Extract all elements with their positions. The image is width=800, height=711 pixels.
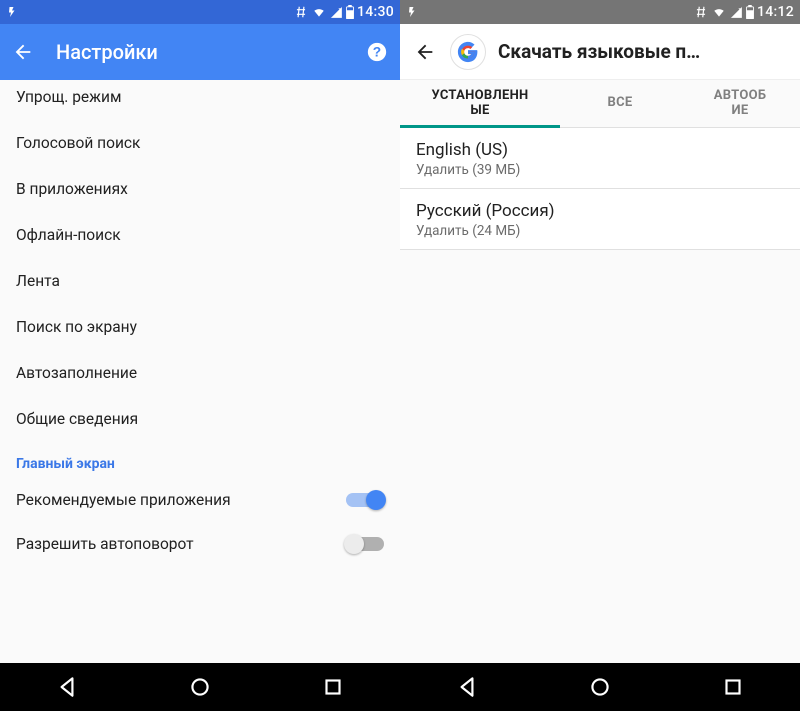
nav-bar xyxy=(400,663,800,711)
toolbar-title: Скачать языковые п… xyxy=(498,40,700,63)
status-bar: x 14:30 xyxy=(0,0,400,24)
flash-icon xyxy=(406,5,418,19)
tabs: УСТАНОВЛЕННЫЕ ВСЕ АВТООБИЕ xyxy=(400,80,800,128)
toggle-switch[interactable] xyxy=(346,490,384,510)
nav-recent-icon[interactable] xyxy=(720,674,746,700)
appbar-title: Настройки xyxy=(56,40,366,64)
nav-back-icon[interactable] xyxy=(54,674,80,700)
language-subtext: Удалить (24 МБ) xyxy=(416,223,784,239)
hash-icon xyxy=(693,5,709,19)
language-name: Русский (Россия) xyxy=(416,201,784,221)
settings-item[interactable]: Голосовой поиск xyxy=(0,120,400,166)
settings-toggle-row[interactable]: Рекомендуемые приложения xyxy=(0,478,400,522)
battery-icon xyxy=(745,5,755,19)
tab[interactable]: УСТАНОВЛЕННЫЕ xyxy=(400,80,560,127)
nav-home-icon[interactable] xyxy=(587,674,613,700)
status-bar: x 14:12 xyxy=(400,0,800,24)
google-logo-icon xyxy=(450,34,486,70)
settings-item[interactable]: В приложениях xyxy=(0,166,400,212)
tab-label: ВСЕ xyxy=(607,96,632,111)
language-subtext: Удалить (39 МБ) xyxy=(416,162,784,178)
settings-item[interactable]: Общие сведения xyxy=(0,396,400,442)
tab[interactable]: ВСЕ xyxy=(560,80,680,127)
nav-home-icon[interactable] xyxy=(187,674,213,700)
row-label: Разрешить автоповорот xyxy=(16,535,194,553)
nav-back-icon[interactable] xyxy=(454,674,480,700)
status-time: 14:12 xyxy=(757,4,794,20)
row-label: Рекомендуемые приложения xyxy=(16,491,231,509)
settings-item[interactable]: Автозаполнение xyxy=(0,350,400,396)
settings-item[interactable]: Упрощ. режим xyxy=(0,80,400,120)
toggle-switch[interactable] xyxy=(346,534,384,554)
toolbar: Скачать языковые п… xyxy=(400,24,800,80)
cell-signal-icon: x xyxy=(329,5,343,19)
wifi-icon xyxy=(311,5,327,19)
tab[interactable]: АВТООБИЕ xyxy=(680,80,800,127)
battery-icon xyxy=(345,5,355,19)
nav-recent-icon[interactable] xyxy=(320,674,346,700)
settings-item[interactable]: Офлайн-поиск xyxy=(0,212,400,258)
wifi-icon xyxy=(711,5,727,19)
section-header: Главный экран xyxy=(0,442,400,478)
flash-icon xyxy=(6,5,18,19)
tab-label: АВТООБИЕ xyxy=(714,89,767,119)
settings-toggle-row[interactable]: Разрешить автоповорот xyxy=(0,522,400,566)
nav-bar xyxy=(0,663,400,711)
help-icon[interactable]: ? xyxy=(366,41,388,63)
settings-item[interactable]: Поиск по экрану xyxy=(0,304,400,350)
svg-text:?: ? xyxy=(373,45,381,60)
hash-icon xyxy=(293,5,309,19)
settings-item[interactable]: Лента xyxy=(0,258,400,304)
cell-signal-icon: x xyxy=(729,5,743,19)
settings-list[interactable]: Упрощ. режимГолосовой поискВ приложениях… xyxy=(0,80,400,663)
language-item[interactable]: Русский (Россия) Удалить (24 МБ) xyxy=(400,189,800,250)
app-bar: Настройки ? xyxy=(0,24,400,80)
status-time: 14:30 xyxy=(357,4,394,20)
back-icon[interactable] xyxy=(408,35,442,69)
tab-label: УСТАНОВЛЕННЫЕ xyxy=(431,89,528,119)
language-list[interactable]: English (US) Удалить (39 МБ) Русский (Росс… xyxy=(400,128,800,250)
language-name: English (US) xyxy=(416,140,784,160)
language-item[interactable]: English (US) Удалить (39 МБ) xyxy=(400,128,800,189)
back-icon[interactable] xyxy=(12,41,34,63)
